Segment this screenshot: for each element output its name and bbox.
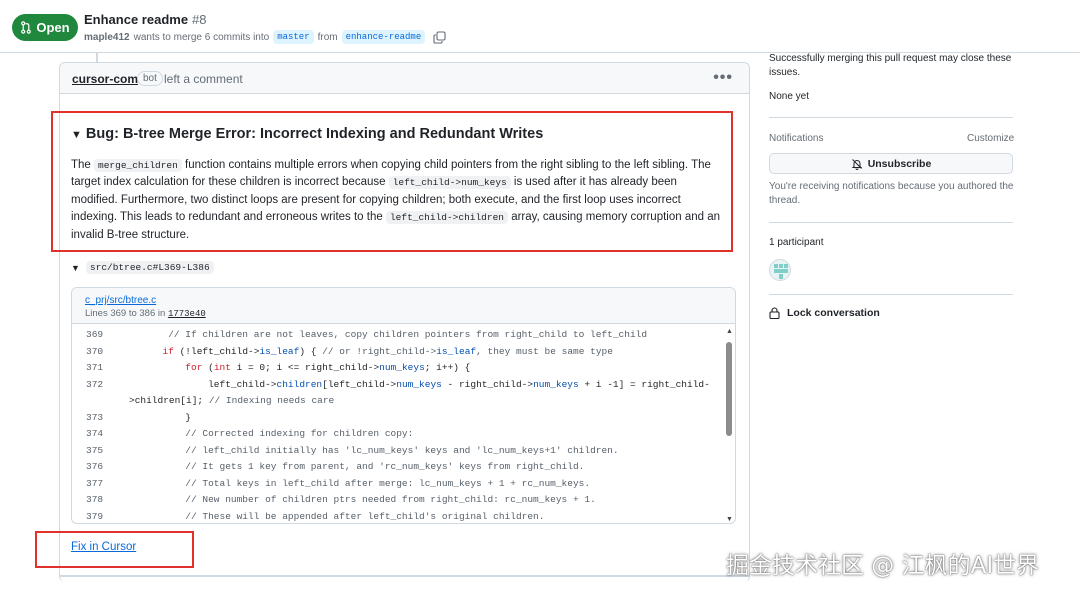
pr-author-link[interactable]: maple412 xyxy=(84,32,130,43)
code-text: // Corrected indexing for children copy: xyxy=(185,428,414,439)
line-number: 375 xyxy=(86,444,104,456)
triangle-down-icon: ▼ xyxy=(71,129,82,141)
pr-title-text: Enhance readme xyxy=(84,12,189,27)
scroll-up-arrow-icon[interactable]: ▲ xyxy=(726,328,733,335)
code-text: } xyxy=(185,411,191,423)
code-text: // left_child initially has 'lc_num_keys… xyxy=(185,444,619,456)
code-lines-info: Lines 369 to 386 in 1773e40 xyxy=(85,308,206,319)
unsubscribe-label: Unsubscribe xyxy=(867,157,932,170)
participants-heading: 1 participant xyxy=(769,237,824,248)
participant-avatar[interactable] xyxy=(769,259,791,281)
comment-author[interactable]: cursor-com xyxy=(72,72,138,86)
line-number: 376 xyxy=(86,461,104,472)
copy-icon[interactable] xyxy=(433,30,446,44)
comment-menu-icon[interactable]: ••• xyxy=(713,69,733,87)
notification-reason: You're receiving notifications because y… xyxy=(769,181,1014,206)
pr-header: Open Enhance readme #8 maple412 wants to … xyxy=(0,0,1080,53)
comment-header: cursor-com bot left a comment ••• xyxy=(60,63,749,94)
scroll-down-arrow-icon[interactable]: ▼ xyxy=(726,516,733,523)
head-branch[interactable]: enhance-readme xyxy=(341,30,426,44)
code-line: 371 for (int i = 0; i <= right_child->num… xyxy=(72,360,722,376)
code-line: 378 // New number of children ptrs needed… xyxy=(72,492,722,508)
line-number: 377 xyxy=(86,477,104,489)
from-text: from xyxy=(317,31,338,43)
bug-title: Bug: B-tree Merge Error: Incorrect Index… xyxy=(85,126,544,142)
code-line: 376 // It gets 1 key from parent, and 'rc… xyxy=(72,459,722,475)
line-number: 379 xyxy=(86,510,104,522)
code-text: // If children are not leaves, copy chil… xyxy=(168,329,648,340)
merge-note: Successfully merging this pull request m… xyxy=(769,53,1012,78)
desc-text: The xyxy=(71,159,95,171)
pr-status-label: Open xyxy=(36,20,70,35)
inline-code: merge_children xyxy=(94,159,182,172)
line-number: 371 xyxy=(86,362,104,373)
code-text: // It gets 1 key from parent, and 'rc_nu… xyxy=(185,461,585,472)
watermark-text: 掘金技术社区 @ 江枫的AI世界 xyxy=(726,553,1040,579)
code-text: >children[i]; // Indexing needs care xyxy=(129,395,335,406)
triangle-down-icon: ▼ xyxy=(71,262,80,273)
sidebar-divider xyxy=(769,294,1013,295)
code-line: 379 // These will be appended after left_… xyxy=(72,509,722,524)
pr-number: #8 xyxy=(192,12,207,27)
code-snippet-panel: c_prj/src/btree.c Lines 369 to 386 in 17… xyxy=(71,287,736,524)
code-text: for (int i = 0; i <= right_child->num_ke… xyxy=(185,362,471,373)
pr-meta: maple412 wants to merge 6 commits into m… xyxy=(84,30,446,44)
code-file-link[interactable]: c_prj/src/btree.c xyxy=(85,295,156,306)
base-branch[interactable]: master xyxy=(273,30,314,44)
line-number: 378 xyxy=(86,494,104,505)
code-text: // New number of children ptrs needed fr… xyxy=(185,494,596,505)
notifications-heading: Notifications xyxy=(769,133,824,144)
line-number: 374 xyxy=(86,428,104,439)
code-text: // These will be appended after left_chi… xyxy=(185,510,545,522)
inline-code: left_child->num_keys xyxy=(388,176,511,190)
code-text: // Total keys in left_child after merge:… xyxy=(185,477,591,489)
lines-text: Lines 369 to 386 in xyxy=(85,308,166,319)
pr-title: Enhance readme #8 xyxy=(84,12,207,27)
code-text: if (!left_child->is_leaf) { // or !right… xyxy=(162,345,613,357)
line-number: 369 xyxy=(86,329,104,340)
unsubscribe-button[interactable]: Unsubscribe xyxy=(769,153,1013,174)
git-pull-request-icon xyxy=(21,21,32,34)
code-line: 369 // If children are not leaves, copy c… xyxy=(72,327,722,343)
comment-action: left a comment xyxy=(164,72,243,86)
line-number: 373 xyxy=(86,411,104,423)
customize-link[interactable]: Customize xyxy=(967,132,1014,146)
code-line: 375 // left_child initially has 'lc_num_k… xyxy=(72,443,722,459)
code-panel-header: c_prj/src/btree.c Lines 369 to 386 in 17… xyxy=(72,288,735,324)
lock-label: Lock conversation xyxy=(787,307,880,319)
commit-sha-link[interactable]: 1773e40 xyxy=(168,309,206,319)
code-body: 369 // If children are not leaves, copy c… xyxy=(72,325,722,524)
code-line: >children[i]; // Indexing needs care xyxy=(72,393,722,409)
code-line: 370 if (!left_child->is_leaf) { // or !ri… xyxy=(72,344,722,360)
bug-summary-toggle[interactable]: ▼ Bug: B-tree Merge Error: Incorrect Ind… xyxy=(71,126,543,142)
code-line: 374 // Corrected indexing for children co… xyxy=(72,426,722,442)
code-text: left_child->children[left_child->num_key… xyxy=(208,378,710,390)
file-reference-toggle[interactable]: ▼ src/btree.c#L369-L386 xyxy=(71,261,214,274)
code-line: 373} xyxy=(72,410,722,426)
code-scrollbar[interactable]: ▲ ▼ xyxy=(723,325,735,523)
inline-code: left_child->children xyxy=(385,211,508,225)
identicon-icon xyxy=(774,264,788,279)
code-line: 372 left_child->children[left_child->num_… xyxy=(72,377,722,393)
bug-description: The merge_children function contains mul… xyxy=(71,157,721,244)
bell-slash-icon xyxy=(851,158,862,170)
lock-icon xyxy=(769,307,780,319)
sidebar-divider xyxy=(769,222,1013,223)
file-reference: src/btree.c#L369-L386 xyxy=(85,261,214,274)
line-number: 370 xyxy=(86,345,104,357)
bot-badge: bot xyxy=(137,71,163,86)
comment-footer-rule xyxy=(59,575,750,577)
lock-conversation-button[interactable]: Lock conversation xyxy=(769,307,880,319)
scrollbar-thumb[interactable] xyxy=(726,342,732,436)
fix-in-cursor-link[interactable]: Fix in Cursor xyxy=(71,541,136,553)
sidebar-divider xyxy=(769,117,1013,118)
line-number: 372 xyxy=(86,378,104,390)
pr-merge-text: wants to merge 6 commits into xyxy=(133,31,270,43)
code-line: 377 // Total keys in left_child after mer… xyxy=(72,476,722,492)
none-yet: None yet xyxy=(769,91,810,102)
pr-status-badge: Open xyxy=(12,14,78,41)
